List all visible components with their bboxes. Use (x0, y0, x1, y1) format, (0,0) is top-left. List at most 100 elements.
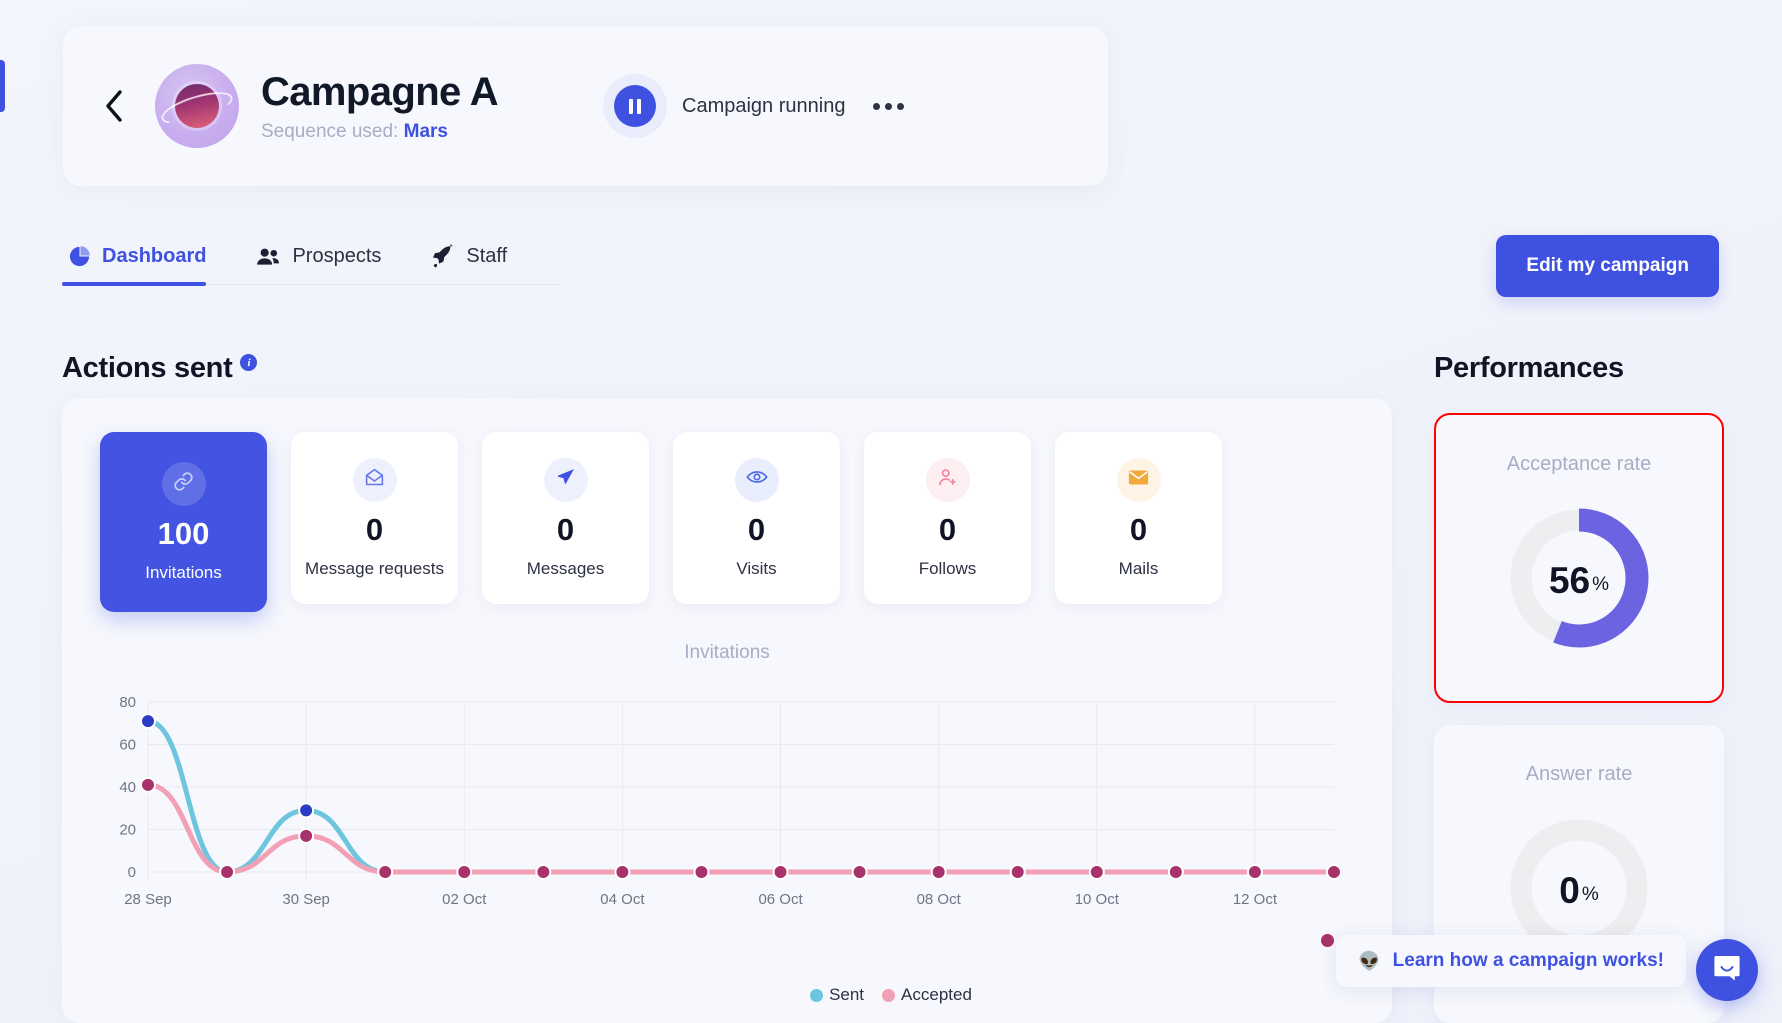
intercom-tip-pointer (1321, 934, 1334, 947)
gauge-value: 56 (1548, 559, 1591, 601)
performance-label: Answer rate (1525, 763, 1633, 785)
chat-bubble-icon (1711, 952, 1743, 989)
stat-card-mails[interactable]: 0 Mails (1055, 432, 1222, 604)
users-icon (256, 246, 281, 267)
gauge-unit: % (1581, 884, 1599, 905)
svg-text:0: 0 (128, 864, 136, 881)
tab-dashboard-label: Dashboard (102, 245, 207, 267)
stat-label: Messages (526, 558, 605, 578)
pause-campaign-button[interactable] (614, 85, 657, 127)
intercom-launcher-button[interactable] (1696, 939, 1758, 1001)
paper-plane-icon (556, 467, 576, 492)
gauge-unit: % (1592, 574, 1610, 595)
legend-item-accepted[interactable]: Accepted (882, 985, 972, 1005)
intercom-tooltip-text: Learn how a campaign works! (1392, 950, 1664, 971)
stat-label: Invitations (145, 562, 222, 582)
gauge-value-wrap: 56 % (1499, 498, 1659, 663)
left-edge-accent (0, 60, 5, 112)
legend-label: Sent (829, 985, 865, 1004)
main-tabs: Dashboard Prospects Staff (62, 244, 562, 286)
action-cards-row: 100 Invitations 0 Message requests 0 Mes… (62, 398, 1392, 612)
more-options-button[interactable] (873, 102, 905, 110)
stat-card-messages[interactable]: 0 Messages (482, 432, 649, 604)
envelope-icon-wrap (1116, 457, 1161, 502)
stat-value: 100 (157, 515, 210, 551)
legend-color-swatch (882, 988, 896, 1002)
intercom-tooltip[interactable]: 👽 Learn how a campaign works! (1336, 935, 1686, 987)
stat-value: 0 (747, 511, 766, 547)
legend-item-sent[interactable]: Sent (810, 985, 864, 1005)
stat-card-visits[interactable]: 0 Visits (673, 432, 840, 604)
svg-text:06 Oct: 06 Oct (758, 891, 803, 908)
svg-text:02 Oct: 02 Oct (442, 891, 487, 908)
svg-text:28 Sep: 28 Sep (124, 891, 172, 908)
actions-sent-label: Actions sent (62, 352, 233, 384)
svg-text:20: 20 (119, 822, 136, 839)
chart-title: Invitations (684, 642, 770, 663)
link-icon (173, 471, 194, 497)
stat-card-invitations[interactable]: 100 Invitations (100, 432, 267, 612)
tab-staff-label: Staff (466, 244, 508, 267)
svg-text:08 Oct: 08 Oct (917, 891, 962, 908)
svg-text:12 Oct: 12 Oct (1233, 891, 1278, 908)
svg-text:04 Oct: 04 Oct (600, 891, 645, 908)
actions-sent-title: Actions sent i (62, 352, 258, 385)
user-plus-icon-wrap (925, 457, 970, 502)
sequence-used: Sequence used: Mars (261, 121, 498, 143)
back-button[interactable] (97, 86, 131, 126)
edit-campaign-button[interactable]: Edit my campaign (1496, 235, 1719, 297)
legend-label: Accepted (901, 985, 972, 1004)
ellipsis-icon (897, 102, 905, 110)
stat-value: 0 (1129, 511, 1148, 547)
svg-text:80: 80 (119, 694, 136, 711)
link-icon-wrap (161, 461, 206, 506)
rocket-icon (431, 244, 455, 268)
eye-icon-wrap (734, 457, 779, 502)
acceptance-rate-gauge: 56 % (1499, 498, 1659, 663)
info-icon[interactable]: i (240, 354, 258, 371)
stat-value: 0 (556, 511, 575, 547)
gauge-value: 0 (1559, 869, 1580, 911)
stat-label: Follows (918, 558, 977, 578)
sequence-used-label: Sequence used: (261, 120, 399, 142)
ellipsis-icon (885, 102, 893, 110)
stat-label: Mails (1118, 558, 1159, 578)
user-plus-icon (937, 467, 958, 493)
stat-card-message-requests[interactable]: 0 Message requests (291, 432, 458, 604)
stat-card-follows[interactable]: 0 Follows (864, 432, 1031, 604)
pause-icon (627, 98, 643, 114)
campaign-header-text: Campagne A Sequence used: Mars (261, 69, 499, 143)
performances-title: Performances (1434, 352, 1624, 384)
chevron-left-icon (103, 89, 125, 123)
stat-label: Visits (736, 558, 777, 578)
campaign-header-card: Campagne A Sequence used: Mars Campaign … (63, 26, 1108, 186)
svg-text:40: 40 (119, 779, 136, 796)
stat-label: Message requests (305, 558, 444, 578)
svg-text:10 Oct: 10 Oct (1075, 891, 1120, 908)
stat-value: 0 (938, 511, 957, 547)
status-badge: Campaign running (682, 94, 846, 117)
performance-card-acceptance-rate[interactable]: Acceptance rate 56 % (1434, 413, 1724, 703)
alien-icon: 👽 (1358, 950, 1381, 971)
envelope-icon (1128, 469, 1149, 491)
planet-avatar (155, 64, 239, 148)
sequence-name-link[interactable]: Mars (404, 121, 448, 142)
ellipsis-icon (873, 102, 881, 110)
svg-text:30 Sep: 30 Sep (282, 891, 330, 908)
page-title: Campagne A (261, 69, 499, 114)
tab-staff[interactable]: Staff (425, 244, 529, 284)
stat-value: 0 (365, 511, 384, 547)
pie-chart-icon (68, 245, 91, 268)
campaign-status: Campaign running (614, 85, 905, 127)
open-mail-icon-wrap (352, 457, 397, 502)
performance-label: Acceptance rate (1506, 453, 1652, 475)
tab-prospects-label: Prospects (292, 245, 382, 267)
chart-svg: 0 20 40 60 80 28 Sep 30 Sep 02 Oct 04 Oct 06 Oct 0… (119, 694, 1342, 908)
tab-prospects[interactable]: Prospects (250, 245, 403, 284)
paper-plane-icon-wrap (543, 457, 588, 502)
eye-icon (745, 466, 768, 493)
svg-text:60: 60 (119, 737, 136, 754)
tab-dashboard[interactable]: Dashboard (62, 245, 228, 286)
legend-color-swatch (810, 988, 824, 1002)
invitations-line-chart: 0 20 40 60 80 28 Sep 30 Sep 02 Oct 04 Oct 06 Oct 0… (90, 690, 1342, 920)
